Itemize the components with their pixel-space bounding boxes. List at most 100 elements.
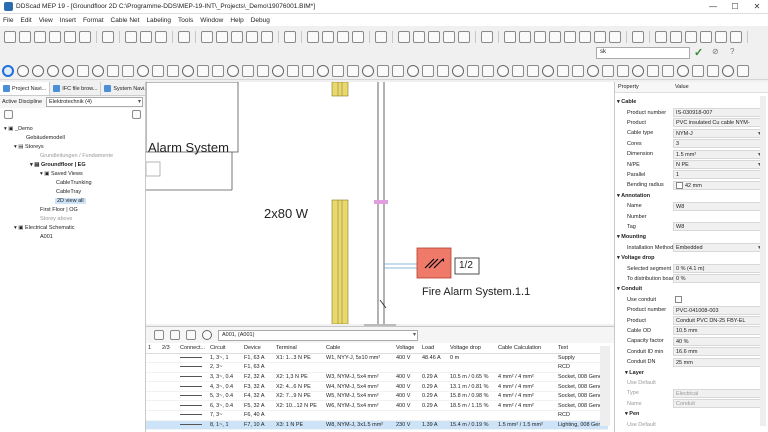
property-row[interactable]: Name W8	[615, 201, 763, 211]
toolbar-tool-icon[interactable]	[284, 31, 296, 43]
toolbar-tool-icon[interactable]	[201, 31, 213, 43]
toolbar-tool-icon[interactable]	[504, 31, 516, 43]
col-connect[interactable]: Connect...	[178, 343, 208, 354]
property-section[interactable]: ▾ Mounting	[615, 232, 763, 242]
toolbar-tool-icon[interactable]	[564, 31, 576, 43]
drawing-tool-icon[interactable]	[227, 64, 239, 77]
property-row[interactable]: Name Conduit	[615, 399, 763, 409]
property-row[interactable]: Cable OD 10.5 mm	[615, 326, 763, 336]
col-terminal[interactable]: Terminal	[274, 343, 324, 354]
drawing-tool-icon[interactable]	[572, 64, 584, 77]
help-icon[interactable]: ?	[730, 47, 734, 56]
drawing-tool-icon[interactable]	[332, 64, 344, 77]
property-value[interactable]: Conduit PVC DN-25 FBY-EL	[673, 316, 763, 326]
drawing-tool-icon[interactable]	[437, 64, 449, 77]
tab-ifc-browser[interactable]: IFC file brow...	[50, 82, 102, 95]
col-device[interactable]: Device	[242, 343, 274, 354]
col-2-3[interactable]: 2/3	[160, 343, 178, 354]
toolbar-tool-icon[interactable]	[609, 31, 621, 43]
drawing-tool-icon[interactable]	[32, 64, 44, 77]
tab-project-navigator[interactable]: Project Navi...	[0, 82, 51, 95]
property-value[interactable]: 3	[673, 139, 763, 149]
property-row[interactable]: Use Default	[615, 378, 763, 388]
drawing-tool-icon[interactable]	[137, 64, 149, 77]
drawing-tool-icon[interactable]	[497, 64, 509, 77]
property-value[interactable]: 1.5 mm²	[673, 149, 763, 159]
property-row[interactable]: Selected segment 0 % (4.1 m)	[615, 263, 763, 274]
toolbar-tool-icon[interactable]	[352, 31, 364, 43]
toolbar-tool-icon[interactable]	[178, 31, 190, 43]
close-button[interactable]: ✕	[746, 0, 768, 14]
property-row[interactable]: Installation Method Embedded	[615, 243, 763, 253]
col-cable-calculation[interactable]: Cable Calculation	[496, 343, 556, 354]
col-voltage[interactable]: Voltage	[394, 343, 420, 354]
col-voltage-drop[interactable]: Voltage drop	[448, 343, 496, 354]
drawing-tool-icon[interactable]	[92, 64, 104, 77]
property-value[interactable]: 42 mm	[673, 180, 763, 190]
drawing-tool-icon[interactable]	[197, 64, 209, 77]
property-value[interactable]: Conduit	[673, 399, 763, 409]
tree-item-storey-above[interactable]: Storey above	[40, 216, 72, 222]
distribution-board-select[interactable]: A001, (A001)	[218, 329, 418, 341]
drawing-tool-icon[interactable]	[377, 64, 389, 77]
toolbar-tool-icon[interactable]	[730, 31, 742, 43]
property-value[interactable]	[673, 296, 763, 304]
property-value[interactable]: IS-030918-007	[673, 108, 763, 118]
property-value[interactable]: 40 %	[673, 336, 763, 346]
drawing-tool-icon[interactable]	[167, 64, 179, 77]
drawing-tool-icon[interactable]	[452, 64, 464, 77]
col-1[interactable]: 1	[146, 343, 160, 354]
col-load[interactable]: Load	[420, 343, 448, 354]
drawing-tool-icon[interactable]	[542, 64, 554, 77]
drawing-tool-icon[interactable]	[647, 64, 659, 77]
property-section[interactable]: ▾ Conduit	[615, 284, 763, 294]
tree-item-foundations[interactable]: Grundleitungen / Fundamente	[40, 153, 113, 159]
drawing-tool-icon[interactable]	[242, 64, 254, 77]
settings-icon[interactable]	[202, 330, 212, 340]
toolbar-tool-icon[interactable]	[579, 31, 591, 43]
drawing-tool-icon[interactable]	[422, 64, 434, 77]
toolbar-tool-icon[interactable]	[594, 31, 606, 43]
cancel-icon[interactable]: ⊘	[712, 47, 719, 56]
toolbar-tool-icon[interactable]	[49, 31, 61, 43]
toolbar-tool-icon[interactable]	[125, 31, 137, 43]
table-row[interactable]: 3, 3~, 0.4 F2, 32 A X2: 1,3 N PE W3, NYM-J,…	[146, 372, 608, 383]
toolbar-tool-icon[interactable]	[443, 31, 455, 43]
property-row[interactable]: Conduit ID min 16.6 mm	[615, 347, 763, 357]
drawing-tool-icon[interactable]	[617, 64, 629, 77]
toolbar-tool-icon[interactable]	[670, 31, 682, 43]
tree-tool-icon[interactable]	[4, 109, 13, 119]
toolbar-tool-icon[interactable]	[534, 31, 546, 43]
property-value[interactable]: 0 %	[673, 274, 763, 284]
toolbar-tool-icon[interactable]	[64, 31, 76, 43]
drawing-tool-icon[interactable]	[2, 64, 14, 77]
drawing-tool-icon[interactable]	[692, 64, 704, 77]
drawing-tool-icon[interactable]	[527, 64, 539, 77]
menu-window[interactable]: Window	[200, 17, 223, 24]
drawing-tool-icon[interactable]	[107, 64, 119, 77]
table-row[interactable]: 6, 3~, 0.4 F5, 32 A X2: 10...12 N PE W6, NY…	[146, 400, 608, 412]
menu-help[interactable]: Help	[230, 17, 243, 24]
drawing-tool-icon[interactable]	[632, 64, 644, 77]
property-row[interactable]: Parallel 1	[615, 170, 763, 180]
property-row[interactable]: Use conduit	[615, 295, 763, 305]
toolbar-tool-icon[interactable]	[216, 31, 228, 43]
drawing-tool-icon[interactable]	[602, 64, 614, 77]
toolbar-tool-icon[interactable]	[413, 31, 425, 43]
col-circuit[interactable]: Circuit	[208, 343, 242, 354]
property-row[interactable]: Product number PVC-041008-003	[615, 305, 763, 315]
drawing-tool-icon[interactable]	[662, 64, 674, 77]
property-value[interactable]: 1	[673, 170, 763, 180]
tree-item-demo[interactable]: ▾ ▣ _Demo	[4, 126, 33, 132]
checkbox-icon[interactable]	[676, 181, 683, 189]
drawing-tool-icon[interactable]	[677, 64, 689, 77]
property-row[interactable]: Tag W8	[615, 222, 763, 232]
drawing-tool-icon[interactable]	[407, 64, 419, 77]
menu-format[interactable]: Format	[83, 17, 104, 24]
drawing-tool-icon[interactable]	[467, 64, 479, 77]
drawing-tool-icon[interactable]	[557, 64, 569, 77]
table-scrollbar[interactable]	[600, 346, 610, 426]
drawing-tool-icon[interactable]	[287, 64, 299, 77]
toolbar-tool-icon[interactable]	[519, 31, 531, 43]
property-value[interactable]: 0 % (4.1 m)	[673, 264, 763, 274]
